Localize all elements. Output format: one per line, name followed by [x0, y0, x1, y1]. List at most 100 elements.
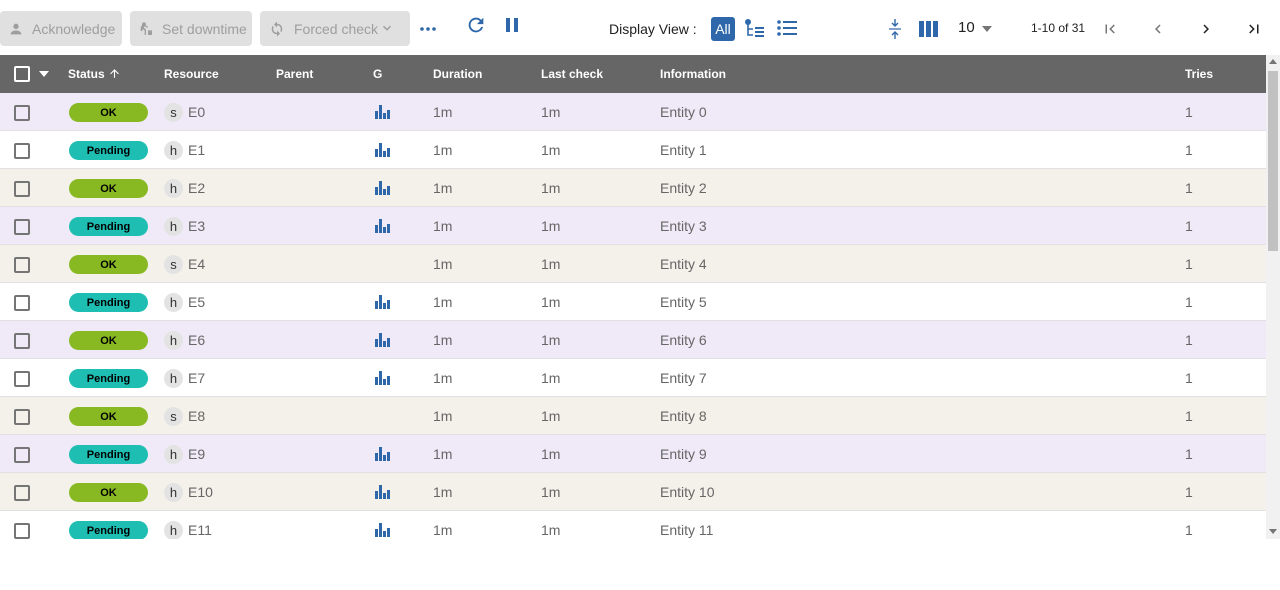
duration-cell: 1m — [433, 370, 453, 386]
table-row[interactable]: OK s E0 1m 1m Entity 0 1 — [0, 93, 1266, 131]
last-check-cell: 1m — [541, 104, 561, 120]
duration-cell: 1m — [433, 104, 453, 120]
row-checkbox[interactable] — [14, 257, 30, 273]
column-information[interactable]: Information — [660, 67, 726, 81]
resource-name[interactable]: E5 — [188, 294, 205, 310]
information-cell: Entity 3 — [660, 218, 707, 234]
display-view-all-button[interactable]: All — [711, 17, 735, 41]
acknowledge-button[interactable]: Acknowledge — [0, 11, 122, 46]
last-page-icon[interactable] — [1245, 20, 1263, 38]
bar-chart-icon[interactable] — [375, 333, 390, 347]
forced-check-button[interactable]: Forced check — [260, 11, 410, 46]
row-checkbox[interactable] — [14, 447, 30, 463]
pause-icon[interactable] — [504, 16, 520, 34]
forced-check-label: Forced check — [294, 20, 379, 37]
resource-type-badge: h — [164, 521, 183, 539]
duration-cell: 1m — [433, 218, 453, 234]
row-checkbox[interactable] — [14, 523, 30, 539]
status-badge: OK — [69, 255, 148, 274]
bar-chart-icon[interactable] — [375, 523, 390, 537]
compact-icon[interactable] — [887, 17, 903, 41]
tries-cell: 1 — [1185, 142, 1193, 158]
resource-name[interactable]: E6 — [188, 332, 205, 348]
row-checkbox[interactable] — [14, 143, 30, 159]
table-row[interactable]: Pending h E3 1m 1m Entity 3 1 — [0, 207, 1266, 245]
set-downtime-button[interactable]: Set downtime — [130, 11, 252, 46]
bar-chart-icon[interactable] — [375, 219, 390, 233]
information-cell: Entity 6 — [660, 332, 707, 348]
tree-view-icon[interactable] — [744, 18, 766, 40]
select-all-checkbox[interactable] — [14, 66, 30, 82]
chevron-right-icon[interactable] — [1197, 20, 1215, 38]
row-checkbox[interactable] — [14, 219, 30, 235]
rows-per-page-select[interactable]: 10 — [958, 19, 975, 36]
table-row[interactable]: OK s E4 1m 1m Entity 4 1 — [0, 245, 1266, 283]
bar-chart-icon[interactable] — [375, 295, 390, 309]
status-badge: OK — [69, 483, 148, 502]
row-checkbox[interactable] — [14, 181, 30, 197]
column-tries[interactable]: Tries — [1185, 67, 1213, 81]
column-resource[interactable]: Resource — [164, 67, 219, 81]
vertical-scrollbar[interactable] — [1266, 55, 1280, 539]
caret-down-icon[interactable] — [39, 71, 49, 77]
table-row[interactable]: OK h E2 1m 1m Entity 2 1 — [0, 169, 1266, 207]
table-row[interactable]: Pending h E11 1m 1m Entity 11 1 — [0, 511, 1266, 539]
resource-name[interactable]: E2 — [188, 180, 205, 196]
resource-name[interactable]: E3 — [188, 218, 205, 234]
table-row[interactable]: Pending h E9 1m 1m Entity 9 1 — [0, 435, 1266, 473]
last-check-cell: 1m — [541, 256, 561, 272]
list-view-icon[interactable] — [777, 19, 797, 37]
bar-chart-icon[interactable] — [375, 371, 390, 385]
bar-chart-icon[interactable] — [375, 181, 390, 195]
table-row[interactable]: OK h E10 1m 1m Entity 10 1 — [0, 473, 1266, 511]
table-row[interactable]: Pending h E5 1m 1m Entity 5 1 — [0, 283, 1266, 321]
columns-icon[interactable] — [919, 21, 938, 37]
column-graph[interactable]: G — [373, 67, 382, 81]
set-downtime-label: Set downtime — [162, 20, 247, 37]
more-horiz-icon[interactable] — [420, 25, 436, 33]
row-checkbox[interactable] — [14, 371, 30, 387]
bar-chart-icon[interactable] — [375, 485, 390, 499]
row-checkbox[interactable] — [14, 485, 30, 501]
resource-type-badge: h — [164, 445, 183, 464]
column-status[interactable]: Status — [68, 67, 105, 81]
resource-name[interactable]: E1 — [188, 142, 205, 158]
row-checkbox[interactable] — [14, 333, 30, 349]
acknowledge-label: Acknowledge — [32, 20, 116, 37]
arrow-up-icon[interactable] — [108, 67, 121, 80]
scrollbar-thumb[interactable] — [1268, 71, 1278, 251]
table-row[interactable]: Pending h E7 1m 1m Entity 7 1 — [0, 359, 1266, 397]
scroll-down-icon[interactable] — [1269, 529, 1277, 534]
bar-chart-icon[interactable] — [375, 447, 390, 461]
resource-name[interactable]: E0 — [188, 104, 205, 120]
column-last-check[interactable]: Last check — [541, 67, 603, 81]
column-parent[interactable]: Parent — [276, 67, 313, 81]
tries-cell: 1 — [1185, 446, 1193, 462]
resource-type-badge: h — [164, 217, 183, 236]
first-page-icon[interactable] — [1101, 20, 1119, 38]
refresh-icon[interactable] — [465, 14, 487, 36]
table-row[interactable]: Pending h E1 1m 1m Entity 1 1 — [0, 131, 1266, 169]
information-cell: Entity 2 — [660, 180, 707, 196]
resource-name[interactable]: E4 — [188, 256, 205, 272]
row-checkbox[interactable] — [14, 409, 30, 425]
information-cell: Entity 0 — [660, 104, 707, 120]
resource-name[interactable]: E9 — [188, 446, 205, 462]
table-row[interactable]: OK s E8 1m 1m Entity 8 1 — [0, 397, 1266, 435]
column-duration[interactable]: Duration — [433, 67, 482, 81]
bar-chart-icon[interactable] — [375, 143, 390, 157]
table-row[interactable]: OK h E6 1m 1m Entity 6 1 — [0, 321, 1266, 359]
resource-name[interactable]: E7 — [188, 370, 205, 386]
duration-cell: 1m — [433, 522, 453, 538]
bar-chart-icon[interactable] — [375, 105, 390, 119]
row-checkbox[interactable] — [14, 105, 30, 121]
row-checkbox[interactable] — [14, 295, 30, 311]
resource-name[interactable]: E8 — [188, 408, 205, 424]
caret-down-icon[interactable] — [982, 26, 992, 32]
chevron-left-icon[interactable] — [1149, 20, 1167, 38]
person-icon — [10, 23, 22, 34]
scroll-up-icon[interactable] — [1269, 59, 1277, 64]
resource-name[interactable]: E11 — [188, 522, 212, 538]
resource-name[interactable]: E10 — [188, 484, 213, 500]
chevron-down-icon[interactable] — [380, 21, 394, 35]
